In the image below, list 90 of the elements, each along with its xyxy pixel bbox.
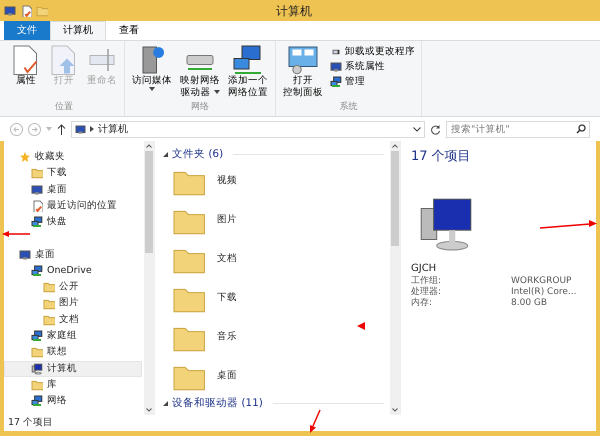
address-bar[interactable]: 计算机 (71, 120, 425, 138)
property-value: 8.00 GB (511, 298, 548, 308)
group-label: 位置 (54, 100, 74, 114)
property-label: 内存: (411, 298, 434, 308)
document-icon (20, 4, 32, 16)
annotation-arrow (540, 220, 597, 229)
annotation-arrow (310, 410, 321, 433)
folder-icon (31, 379, 43, 391)
computer-icon (31, 362, 43, 375)
search-field[interactable]: 搜索"计算机" (446, 120, 590, 138)
network-icon (31, 330, 43, 342)
navigation-item[interactable]: 家庭组 (4, 328, 142, 344)
monitor-icon (31, 184, 43, 196)
ribbon-tab[interactable]: 查看 (106, 21, 152, 40)
ribbon-button[interactable]: 系统属性 (328, 61, 417, 73)
navigation-item[interactable]: 图片 (4, 295, 142, 312)
forward-icon (28, 122, 41, 136)
navigation-item[interactable]: 公开 (4, 279, 142, 296)
refresh-icon (430, 124, 441, 134)
folder-name[interactable]: 音乐 (217, 330, 237, 345)
navigation-item[interactable]: 快盘 (4, 214, 142, 230)
folder-name[interactable]: 视频 (217, 174, 237, 189)
navigation-item[interactable]: 桌面 (4, 246, 142, 263)
scrollbar-thumb[interactable] (145, 151, 153, 253)
annotation-arrow (2, 231, 30, 237)
collapse-icon (163, 401, 168, 406)
network-icon (31, 264, 43, 277)
up-icon (57, 124, 66, 134)
group-label: 系统 (338, 101, 358, 114)
star-icon (19, 151, 31, 164)
monitor-icon (19, 248, 31, 261)
caret-icon (214, 90, 220, 94)
ribbon-button[interactable]: 映射网络 驱动器 (177, 43, 223, 101)
folder-name[interactable]: 图片 (217, 213, 237, 228)
navigation-item[interactable]: 计算机 (4, 360, 142, 377)
ribbon-tab[interactable]: 计算机 (50, 21, 106, 40)
monitor-icon (4, 4, 16, 16)
navigation-item[interactable]: 最近访问的位置 (4, 198, 142, 214)
dropdown-icon (46, 127, 52, 131)
group-header[interactable]: 设备和驱动器 (11) (172, 396, 263, 412)
navigation-item[interactable]: 文档 (4, 312, 142, 328)
ribbon-button[interactable]: 打开 控制面板 (280, 43, 326, 101)
ribbon-button[interactable]: 属性 (8, 43, 44, 100)
file-menu-tab[interactable]: 文件 (4, 21, 50, 40)
control-panel-icon (288, 45, 318, 75)
document-icon (31, 200, 43, 212)
group-header[interactable]: 文件夹 (6) (172, 146, 224, 162)
navigation-item[interactable]: OneDrive (4, 262, 142, 280)
ribbon-button[interactable]: 卸载或更改程序 (328, 46, 417, 58)
ribbon-button[interactable]: 管理 (328, 76, 417, 88)
navigation-item[interactable]: 下载 (4, 165, 142, 182)
status-text: 17 个项目 (4, 415, 596, 431)
chevron-icon (90, 126, 94, 132)
folder-name[interactable]: 桌面 (217, 369, 237, 384)
computer-name: GJCH (411, 262, 438, 276)
property-label: 处理器: (411, 286, 442, 298)
back-icon (10, 122, 23, 136)
search-icon (576, 124, 586, 134)
folder-icon (36, 4, 48, 16)
scrollbar-thumb[interactable] (391, 151, 399, 246)
caret-icon (149, 87, 155, 91)
navigation-item[interactable]: 网络 (4, 393, 142, 410)
folder-icon (43, 281, 55, 294)
folder-icon (43, 314, 55, 326)
network-icon (31, 216, 43, 228)
navigation-item[interactable]: 桌面 (4, 182, 142, 198)
property-label: 工作组: (411, 276, 442, 286)
navigation-item[interactable]: 联想 (4, 344, 142, 361)
network-icon (31, 395, 43, 408)
navigation-item[interactable]: 收藏夹 (4, 149, 142, 166)
chevron-down-icon (413, 126, 421, 132)
property-value: Intel(R) Core... (511, 286, 576, 298)
folder-icon (43, 298, 55, 310)
collapse-icon (163, 152, 168, 157)
ribbon-button[interactable]: 添加一个 网络位置 (225, 43, 271, 101)
navigation-item[interactable]: 库 (4, 376, 142, 394)
property-value: WORKGROUP (511, 276, 572, 286)
folder-name[interactable]: 文档 (217, 252, 237, 267)
folder-icon (31, 346, 43, 358)
annotation-arrow (357, 322, 365, 330)
network-icon (330, 76, 342, 88)
folder-icon (31, 167, 43, 180)
window-title: 计算机 (275, 2, 313, 20)
group-label: 网络 (190, 101, 210, 114)
network-icon (233, 45, 263, 75)
folder-name[interactable]: 下载 (217, 291, 237, 306)
item-count: 17 个项目 (411, 148, 472, 166)
monitor-icon (75, 124, 86, 134)
monitor-icon (330, 61, 342, 73)
ribbon-button[interactable]: 访问媒体 (129, 43, 175, 101)
